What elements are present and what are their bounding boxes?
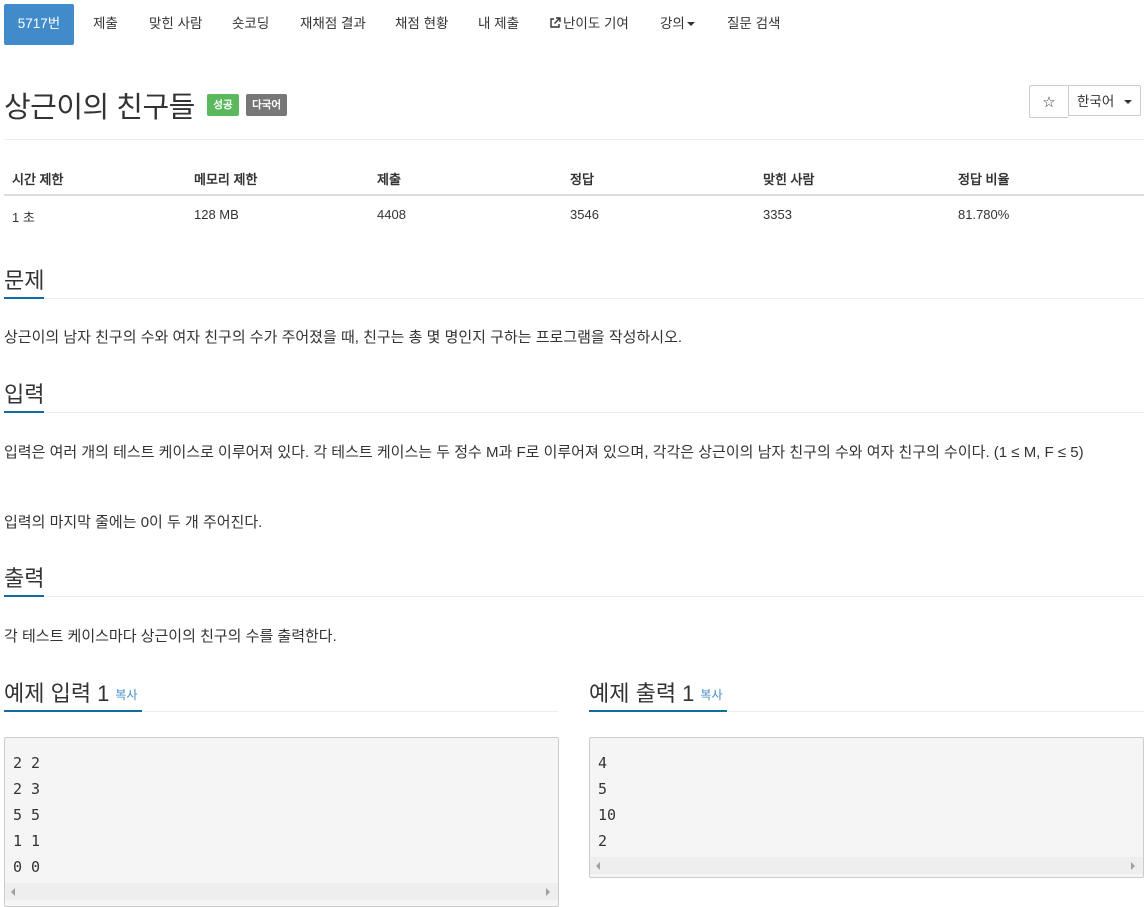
section-divider	[44, 298, 1144, 299]
section-title-input: 입력	[4, 382, 45, 407]
copy-sample-output-link[interactable]: 복사	[700, 688, 722, 702]
table-row: 1 초 128 MB 4408 3546 3353 81.780%	[4, 196, 1144, 230]
table-header-solved-users: 맞힌 사람	[763, 172, 815, 187]
tab-submit[interactable]: 제출	[93, 4, 118, 45]
sample-input-line: 5 5	[13, 806, 41, 824]
tab-problem-number[interactable]: 5717번	[4, 4, 74, 45]
sample-output-box[interactable]: 4 5 10 2	[589, 737, 1144, 878]
tab-my-submissions[interactable]: 내 제출	[478, 4, 519, 45]
tab-difficulty-contribution-label: 난이도 기여	[563, 16, 629, 31]
star-icon: ☆	[1042, 93, 1056, 111]
table-cell-memory-limit: 128 MB	[194, 207, 239, 222]
tab-judge-status[interactable]: 채점 현황	[395, 4, 448, 45]
sample-input-line: 2 3	[13, 780, 41, 798]
sample-output-line: 10	[598, 806, 617, 824]
tab-solved-users[interactable]: 맞힌 사람	[149, 4, 202, 45]
title-actions: ☆ 한국어	[1029, 85, 1141, 118]
section-title-output: 출력	[4, 566, 45, 591]
table-header-submissions: 제출	[377, 172, 401, 187]
section-divider	[44, 596, 1144, 597]
tab-short-coding[interactable]: 숏코딩	[232, 4, 269, 45]
page-title: 상근이의 친구들	[4, 92, 195, 124]
section-title-problem: 문제	[4, 268, 45, 293]
sample-output-header: 예제 출력 1 복사	[589, 676, 723, 708]
table-header-correct: 정답	[570, 172, 594, 187]
sample-input-line: 0 0	[13, 858, 41, 876]
table-cell-correct-ratio: 81.780%	[958, 207, 1010, 222]
problem-nav-tabs: 5717번 제출 맞힌 사람 숏코딩 재채점 결과 채점 현황 내 제출 난이도…	[0, 0, 1148, 46]
input-description: 입력은 여러 개의 테스트 케이스로 이루어져 있다. 각 테스트 케이스는 두…	[4, 444, 1084, 461]
copy-sample-input-link[interactable]: 복사	[115, 688, 137, 702]
favorite-button[interactable]: ☆	[1029, 85, 1068, 118]
language-select[interactable]: 한국어	[1068, 85, 1141, 116]
table-cell-solved-users: 3353	[763, 207, 792, 222]
table-header-row: 시간 제한 메모리 제한 제출 정답 맞힌 사람 정답 비율	[4, 160, 1144, 196]
output-description: 각 테스트 케이스마다 상근이의 친구의 수를 출력한다.	[4, 628, 337, 645]
sample-input-header: 예제 입력 1 복사	[4, 676, 138, 708]
sample-input-line: 1 1	[13, 832, 41, 850]
problem-description: 상근이의 남자 친구의 수와 여자 친구의 수가 주어졌을 때, 친구는 총 몇…	[4, 329, 683, 346]
sample-input-title: 예제 입력 1	[4, 681, 110, 706]
title-divider	[4, 139, 1144, 140]
caret-down-icon	[686, 22, 695, 26]
sample-input-box[interactable]: 2 2 2 3 5 5 1 1 0 0	[4, 737, 559, 907]
tab-question-search[interactable]: 질문 검색	[727, 4, 780, 45]
table-cell-submissions: 4408	[377, 207, 406, 222]
scroll-right-icon[interactable]	[1131, 862, 1135, 870]
status-badge-success: 성공	[207, 94, 239, 116]
table-cell-correct: 3546	[570, 207, 599, 222]
section-divider	[44, 412, 1144, 413]
section-underline	[4, 710, 142, 712]
input-description-last-line: 입력의 마지막 줄에는 0이 두 개 주어진다.	[4, 514, 263, 531]
caret-down-icon	[1124, 100, 1133, 104]
scroll-right-icon[interactable]	[546, 888, 550, 896]
tab-lectures[interactable]: 강의	[660, 4, 695, 45]
sample-output-line: 5	[598, 780, 608, 798]
tab-rejudge-results[interactable]: 재채점 결과	[300, 4, 366, 45]
section-underline	[4, 411, 44, 413]
section-divider	[727, 711, 1144, 712]
tab-lectures-label: 강의	[660, 16, 685, 31]
table-header-memory-limit: 메모리 제한	[194, 172, 258, 187]
table-cell-time-limit: 1 초	[12, 210, 35, 225]
status-badge-multilang: 다국어	[246, 94, 288, 116]
external-link-icon	[549, 5, 561, 45]
sample-output-line: 2	[598, 832, 608, 850]
scroll-left-icon[interactable]	[11, 888, 15, 896]
sample-output-title: 예제 출력 1	[589, 681, 695, 706]
section-underline	[4, 297, 44, 299]
table-header-correct-ratio: 정답 비율	[958, 172, 1010, 187]
section-underline	[589, 710, 727, 712]
table-header-time-limit: 시간 제한	[12, 172, 64, 187]
horizontal-scrollbar[interactable]	[590, 857, 1143, 874]
language-select-label: 한국어	[1077, 94, 1115, 109]
sample-input-line: 2 2	[13, 754, 41, 772]
scroll-left-icon[interactable]	[596, 862, 600, 870]
tab-difficulty-contribution[interactable]: 난이도 기여	[549, 4, 629, 45]
problem-info-table: 시간 제한 메모리 제한 제출 정답 맞힌 사람 정답 비율 1 초 128 M…	[4, 160, 1144, 230]
sample-output-line: 4	[598, 754, 608, 772]
section-underline	[4, 595, 44, 597]
problem-header: 상근이의 친구들 성공 다국어	[4, 84, 288, 126]
section-divider	[142, 711, 558, 712]
horizontal-scrollbar[interactable]	[5, 883, 558, 900]
